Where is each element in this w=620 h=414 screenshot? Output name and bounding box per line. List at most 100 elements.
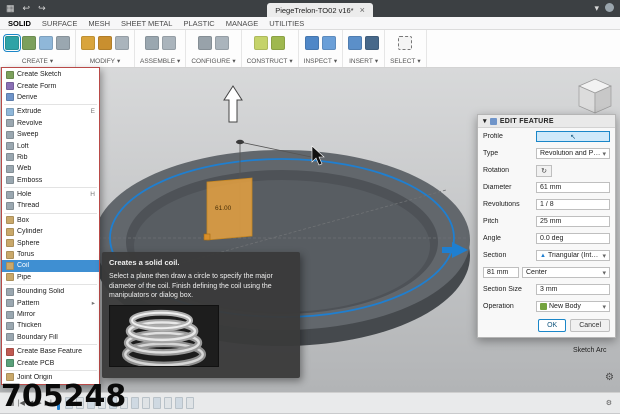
menu-item-mirror[interactable]: Mirror [2, 309, 99, 320]
menu-item-rib[interactable]: Rib [2, 152, 99, 163]
sketch-point[interactable] [236, 140, 244, 144]
select-group-label[interactable]: SELECT▾ [390, 56, 421, 66]
menu-item-derive[interactable]: Derive [2, 92, 99, 103]
menu-item-revolve[interactable]: Revolve [2, 118, 99, 129]
tab-sheet-metal[interactable]: SHEET METAL [121, 19, 172, 28]
joint-icon[interactable] [145, 36, 159, 50]
tab-solid[interactable]: SOLID [8, 19, 31, 28]
tab-plastic[interactable]: PLASTIC [183, 19, 214, 28]
menu-item-create-base-feature[interactable]: Create Base Feature [2, 346, 99, 357]
tab-utilities[interactable]: UTILITIES [269, 19, 304, 28]
gear-icon[interactable]: ⚙ [605, 372, 614, 383]
insert-svg-icon[interactable] [365, 36, 379, 50]
inspect-group-label[interactable]: INSPECT▾ [304, 56, 337, 66]
tab-mesh[interactable]: MESH [88, 19, 110, 28]
angle-input[interactable]: 0.0 deg [536, 233, 610, 244]
revolve-toolbar-icon[interactable] [56, 36, 70, 50]
cancel-button[interactable]: Cancel [570, 319, 610, 332]
section-position-dropdown[interactable]: Center▾ [522, 267, 610, 278]
close-tab-icon[interactable]: × [360, 5, 365, 15]
axis-icon[interactable] [271, 36, 285, 50]
menu-item-torus[interactable]: Torus [2, 249, 99, 260]
section-handle[interactable] [204, 234, 210, 240]
insert-mesh-icon[interactable] [348, 36, 362, 50]
menu-separator [4, 187, 97, 188]
dialog-header[interactable]: ▾ EDIT FEATURE [478, 115, 615, 128]
select-tool-icon[interactable] [398, 36, 412, 50]
section-position-input[interactable]: 81 mm [483, 267, 519, 278]
menu-item-sphere[interactable]: Sphere [2, 237, 99, 248]
toolbar-group-construct: CONSTRUCT▾ [242, 30, 299, 67]
timeline-feature-icon[interactable] [131, 397, 139, 409]
offset-plane-icon[interactable] [254, 36, 268, 50]
chevron-down-icon[interactable]: ▾ [594, 0, 599, 17]
fillet-icon[interactable] [81, 36, 95, 50]
menu-item-create-pcb[interactable]: Create PCB [2, 357, 99, 368]
menu-item-emboss[interactable]: Emboss [2, 175, 99, 186]
profile-select-button[interactable]: ↖ [536, 131, 610, 142]
menu-item-create-form[interactable]: Create Form [2, 80, 99, 91]
ok-button[interactable]: OK [538, 319, 566, 332]
timeline-feature-icon[interactable] [153, 397, 161, 409]
pitch-input[interactable]: 25 mm [536, 216, 610, 227]
new-component-icon[interactable] [5, 36, 19, 50]
menu-item-web[interactable]: Web [2, 163, 99, 174]
timeline-feature-icon[interactable] [164, 397, 172, 409]
menu-item-thread[interactable]: Thread [2, 200, 99, 211]
section-dropdown[interactable]: ▲Triangular (Internal)▾ [536, 250, 610, 261]
construct-group-label[interactable]: CONSTRUCT▾ [247, 56, 293, 66]
menu-item-cylinder[interactable]: Cylinder [2, 226, 99, 237]
redo-icon[interactable]: ↪ [38, 0, 46, 17]
menu-item-pattern[interactable]: Pattern▸ [2, 297, 99, 308]
undo-icon[interactable]: ↩ [23, 0, 31, 17]
chevron-down-icon: ▾ [50, 57, 53, 65]
menu-item-hole[interactable]: HoleH [2, 189, 99, 200]
chamfer-icon[interactable] [115, 36, 129, 50]
measure-icon[interactable] [305, 36, 319, 50]
menu-item-thicken[interactable]: Thicken [2, 320, 99, 331]
tab-manage[interactable]: MANAGE [226, 19, 259, 28]
menu-item-create-sketch[interactable]: Create Sketch [2, 69, 99, 80]
configuration-icon[interactable] [198, 36, 212, 50]
diameter-input[interactable]: 61 mm [536, 182, 610, 193]
pcb-icon [6, 359, 14, 367]
menu-item-loft[interactable]: Loft [2, 140, 99, 151]
menu-item-sweep[interactable]: Sweep [2, 129, 99, 140]
operation-dropdown[interactable]: New Body▾ [536, 301, 610, 312]
shell-icon[interactable] [98, 36, 112, 50]
configure-group-label[interactable]: CONFIGURE▾ [191, 56, 235, 66]
timeline-feature-icon[interactable] [142, 397, 150, 409]
timeline-feature-icon[interactable] [186, 397, 194, 409]
assemble-group-label[interactable]: ASSEMBLE▾ [140, 56, 180, 66]
document-tab[interactable]: PiegeTrelon-TO02 v16* × [267, 3, 373, 17]
user-avatar[interactable] [605, 3, 614, 12]
rigid-group-icon[interactable] [162, 36, 176, 50]
menu-item-box[interactable]: Box [2, 215, 99, 226]
menu-item-boundary-fill[interactable]: Boundary Fill [2, 332, 99, 343]
modify-group-label[interactable]: MODIFY▾ [90, 56, 121, 66]
app-grid-icon[interactable]: ▦ [6, 0, 15, 17]
type-dropdown[interactable]: Revolution and Pitch▾ [536, 148, 610, 159]
menu-item-bounding-solid[interactable]: Bounding Solid [2, 286, 99, 297]
thread-icon [6, 202, 14, 210]
extrude-toolbar-icon[interactable] [39, 36, 53, 50]
tab-surface[interactable]: SURFACE [42, 19, 77, 28]
timeline-feature-icon[interactable] [175, 397, 183, 409]
rotation-toggle-button[interactable]: ↻ [536, 165, 552, 177]
menu-item-extrude[interactable]: ExtrudeE [2, 106, 99, 117]
rib-icon [6, 153, 14, 161]
create-group-label[interactable]: CREATE▾ [22, 56, 53, 66]
box-icon [6, 216, 14, 224]
right-arrow-tail[interactable] [442, 247, 452, 253]
section-analysis-icon[interactable] [322, 36, 336, 50]
configuration-table-icon[interactable] [215, 36, 229, 50]
canvas-dimension-label[interactable]: 61.00 [215, 205, 232, 212]
revolutions-input[interactable]: 1 / 8 [536, 199, 610, 210]
coil-tooltip: Creates a solid coil. Select a plane the… [102, 252, 300, 378]
section-size-input[interactable]: 3 mm [536, 284, 610, 295]
gear-icon[interactable]: ⚙ [606, 399, 612, 407]
menu-item-pipe[interactable]: Pipe [2, 272, 99, 283]
menu-item-coil[interactable]: Coil [2, 260, 99, 271]
create-sketch-toolbar-icon[interactable] [22, 36, 36, 50]
insert-group-label[interactable]: INSERT▾ [349, 56, 378, 66]
